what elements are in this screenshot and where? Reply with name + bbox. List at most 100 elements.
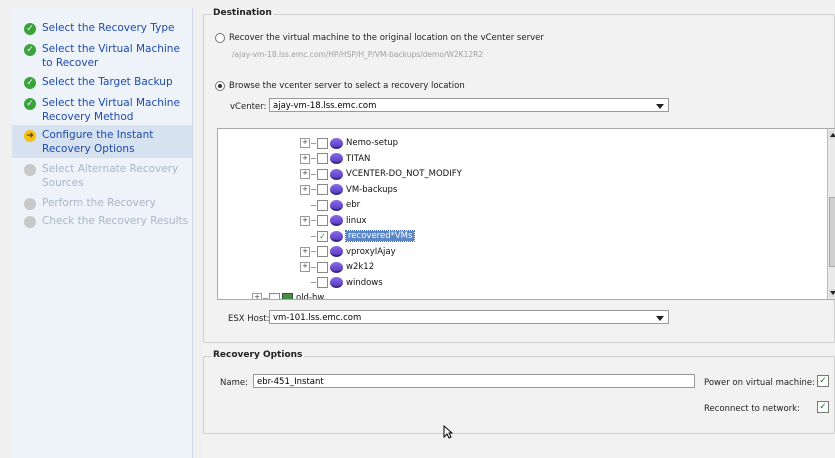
step-label: Check the Recovery Results	[42, 215, 189, 227]
tree-row[interactable]: + VM-backups	[300, 183, 397, 197]
step-recovery-type[interactable]: ✓ Select the Recovery Type	[12, 18, 192, 35]
original-path-text: /ajay-vm-18.lss.emc.com/HP/HSP/H_P/VM-ba…	[232, 50, 484, 59]
reconnect-checkbox[interactable]: ✓	[817, 401, 829, 413]
tree-checkbox[interactable]	[317, 168, 328, 180]
expand-toggle-icon[interactable]: +	[300, 262, 310, 272]
host-icon	[282, 292, 293, 299]
tree-checkbox[interactable]	[317, 199, 328, 211]
gray-circle-icon	[24, 164, 36, 176]
tree-item-label: VM-backups	[346, 184, 398, 195]
tree-row[interactable]: + vproxyIAjay	[300, 245, 396, 259]
radio-icon[interactable]	[215, 33, 225, 43]
power-on-checkbox[interactable]: ✓	[817, 375, 829, 387]
tree-scrollbar[interactable]	[827, 129, 835, 299]
tree-item-label: vproxyIAjay	[346, 246, 396, 257]
radio-original-label: Recover the virtual machine to the origi…	[229, 33, 544, 43]
tree-checkbox[interactable]	[317, 137, 328, 149]
tree-row[interactable]: + VCENTER-DO_NOT_MODIFY	[300, 167, 462, 181]
vm-folder-icon	[330, 137, 343, 149]
expand-toggle-icon[interactable]: +	[300, 246, 310, 257]
expand-toggle-icon[interactable]: +	[300, 153, 310, 164]
gray-circle-icon	[24, 198, 36, 210]
tree-row[interactable]: + Nemo-setup	[300, 136, 398, 150]
radio-browse-label: Browse the vcenter server to select a re…	[229, 81, 465, 91]
tree-item-label: old-hw	[296, 293, 325, 300]
check-circle-icon: ✓	[24, 77, 36, 89]
tree-checkbox[interactable]	[317, 153, 328, 164]
tree-item-label: TITAN	[346, 153, 371, 164]
expand-toggle-icon[interactable]: +	[252, 293, 262, 299]
radio-original-location[interactable]: Recover the virtual machine to the origi…	[215, 33, 544, 43]
tree-row[interactable]: windows	[300, 276, 383, 290]
expand-toggle-icon[interactable]: +	[300, 184, 310, 195]
expand-toggle-icon[interactable]: +	[300, 215, 310, 226]
gray-circle-icon	[24, 216, 36, 228]
name-input-value: ebr-451_Instant	[257, 377, 324, 387]
power-on-label: Power on virtual machine:	[704, 378, 815, 388]
tree-row[interactable]: ebr	[300, 198, 360, 212]
step-label: Select the Recovery Type	[42, 22, 175, 34]
tree-row[interactable]: + old-hw	[252, 291, 325, 300]
step-virtual-machine[interactable]: ✓ Select the Virtual Machine to Recover	[12, 39, 192, 70]
tree-item-label: w2k12	[346, 262, 375, 272]
esx-host-value: vm-101.lss.emc.com	[273, 313, 362, 323]
vm-folder-icon	[330, 184, 343, 195]
tree-row[interactable]: + w2k12	[300, 260, 374, 274]
step-instant-recovery-options[interactable]: ➜ Configure the Instant Recovery Options	[12, 125, 192, 158]
vcenter-label: vCenter:	[230, 102, 267, 112]
tree-checkbox[interactable]	[317, 215, 328, 226]
tree-row[interactable]: + TITAN	[300, 152, 370, 166]
tree-connector	[311, 235, 316, 237]
tree-checkbox[interactable]	[317, 277, 328, 288]
step-perform-recovery: Perform the Recovery	[12, 193, 192, 210]
tree-checkbox[interactable]: ✓	[317, 230, 328, 242]
esx-host-select[interactable]: vm-101.lss.emc.com	[269, 310, 669, 324]
tree-connector	[311, 173, 316, 175]
location-tree[interactable]: + Nemo-setup + TITAN + VCENTER-DO_NOT_MODIFY +…	[217, 128, 835, 300]
tree-connector	[311, 142, 316, 144]
scroll-thumb[interactable]	[829, 197, 835, 267]
name-input[interactable]: ebr-451_Instant	[253, 374, 695, 388]
step-recovery-method[interactable]: ✓ Select the Virtual Machine Recovery Me…	[12, 93, 192, 124]
vm-folder-icon	[330, 153, 343, 164]
tree-checkbox[interactable]	[269, 292, 280, 299]
tree-connector	[311, 282, 316, 283]
tree-item-label: ebr	[346, 200, 361, 210]
vm-folder-icon	[330, 246, 343, 257]
vm-folder-icon	[330, 230, 343, 242]
check-circle-icon: ✓	[24, 44, 36, 56]
tree-row[interactable]: ✓ recovered*VMs	[300, 229, 416, 243]
radio-browse-location[interactable]: Browse the vcenter server to select a re…	[215, 81, 465, 91]
tree-connector	[311, 158, 316, 159]
tree-checkbox[interactable]	[317, 184, 328, 195]
expand-toggle-icon[interactable]: +	[300, 138, 310, 148]
tree-item-label: linux	[346, 215, 367, 226]
tree-item-label: windows	[346, 277, 383, 288]
tree-connector	[311, 189, 316, 190]
tree-row[interactable]: + linux	[300, 214, 367, 228]
esx-host-label: ESX Host:	[228, 314, 270, 324]
destination-title: Destination	[211, 8, 274, 18]
step-label: Select the Virtual Machine Recovery Meth…	[42, 97, 180, 123]
expand-toggle-icon[interactable]: +	[300, 169, 310, 179]
vm-folder-icon	[330, 261, 343, 273]
tree-checkbox[interactable]	[317, 261, 328, 273]
tree-connector	[311, 204, 316, 206]
main-panel: Destination Recover the virtual machine …	[203, 8, 835, 458]
vcenter-select[interactable]: ajay-vm-18.lss.emc.com	[269, 98, 669, 112]
tree-connector	[311, 266, 316, 268]
chevron-down-icon[interactable]	[656, 316, 664, 321]
step-target-backup[interactable]: ✓ Select the Target Backup	[12, 72, 192, 89]
scroll-down-icon[interactable]	[829, 289, 835, 297]
tree-item-label: VCENTER-DO_NOT_MODIFY	[346, 169, 462, 179]
tree-checkbox[interactable]	[317, 246, 328, 257]
recovery-options-group	[203, 356, 835, 434]
recovery-options-title: Recovery Options	[211, 350, 305, 360]
radio-icon[interactable]	[215, 81, 225, 91]
chevron-down-icon[interactable]	[656, 104, 664, 109]
step-label: Perform the Recovery	[42, 197, 156, 209]
scroll-up-icon[interactable]	[829, 131, 835, 139]
